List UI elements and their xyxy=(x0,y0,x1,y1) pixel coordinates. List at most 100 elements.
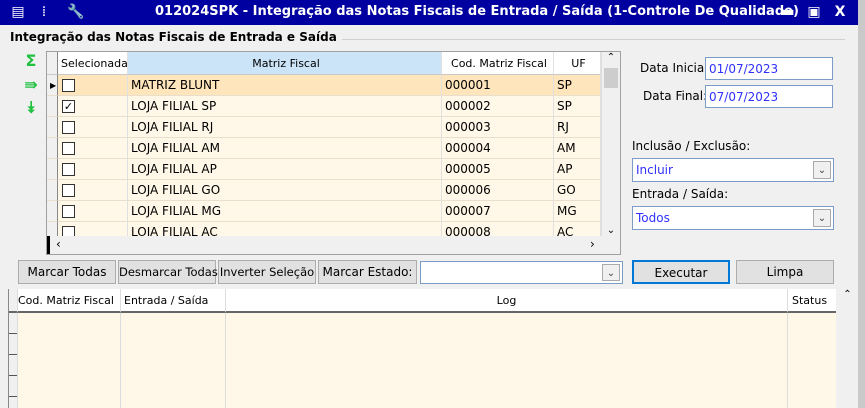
desmarcar-todas-button[interactable]: Desmarcar Todas xyxy=(118,260,218,284)
row-matriz[interactable]: LOJA FILIAL AP xyxy=(128,159,442,180)
log-header-cod[interactable]: Cod. Matriz Fiscal xyxy=(18,289,121,313)
row-uf[interactable]: GO xyxy=(554,180,601,201)
horizontal-scrollbar[interactable]: ‹ › xyxy=(47,236,620,254)
chevron-down-icon[interactable]: ⌄ xyxy=(813,209,831,227)
row-indicator xyxy=(47,117,58,138)
data-final-input[interactable] xyxy=(705,85,833,108)
log-header-entrada[interactable]: Entrada / Saída xyxy=(121,289,226,313)
header-selecionada[interactable]: Selecionada xyxy=(58,52,128,75)
row-uf[interactable]: AM xyxy=(554,138,601,159)
scroll-right-icon[interactable]: › xyxy=(590,237,595,251)
row-uf[interactable]: SP xyxy=(554,75,601,96)
row-selecionada[interactable] xyxy=(58,117,128,138)
limpa-button[interactable]: Limpa xyxy=(736,260,834,284)
row-uf[interactable]: SP xyxy=(554,96,601,117)
minimize-button[interactable]: ▬ xyxy=(778,3,798,21)
row-indicator xyxy=(47,201,58,222)
marcar-estado-button[interactable]: Marcar Estado: xyxy=(318,260,417,284)
row-matriz[interactable]: LOJA FILIAL AM xyxy=(128,138,442,159)
log-col-log xyxy=(226,313,788,408)
wrench-icon[interactable]: 🔧 xyxy=(66,3,86,21)
data-final-label: Data Final: xyxy=(643,89,708,103)
log-col-cod xyxy=(18,313,121,408)
row-matriz[interactable]: LOJA FILIAL SP xyxy=(128,96,442,117)
log-col-entrada xyxy=(121,313,226,408)
row-cod[interactable]: 000005 xyxy=(442,159,554,180)
row-uf[interactable]: MG xyxy=(554,201,601,222)
row-indicator xyxy=(47,96,58,117)
log-header-indicator xyxy=(9,289,18,313)
log-row-indicators xyxy=(9,313,18,408)
close-button[interactable]: X xyxy=(830,3,850,21)
marcar-todas-button[interactable]: Marcar Todas xyxy=(18,260,116,284)
entrada-value: Todos xyxy=(636,211,670,225)
row-indicator: ▶ xyxy=(47,75,58,96)
vertical-scrollbar[interactable]: ⌃ ⌄ xyxy=(601,52,620,236)
row-selecionada[interactable] xyxy=(58,159,128,180)
row-uf[interactable]: RJ xyxy=(554,117,601,138)
menu-icon[interactable]: ▤ xyxy=(8,3,28,21)
row-indicator xyxy=(47,138,58,159)
log-header-status[interactable]: Status xyxy=(788,289,836,313)
row-cod[interactable]: 000007 xyxy=(442,201,554,222)
group-title: Integração das Notas Fiscais de Entrada … xyxy=(10,30,337,44)
row-uf[interactable]: AP xyxy=(554,159,601,180)
header-cod-matriz[interactable]: Cod. Matriz Fiscal xyxy=(442,52,554,75)
row-selecionada[interactable]: ✓ xyxy=(58,96,128,117)
row-checkbox[interactable] xyxy=(62,79,75,92)
header-indicator xyxy=(47,52,58,75)
export-icon[interactable]: ⇛ xyxy=(20,75,42,95)
row-matriz[interactable]: LOJA FILIAL RJ xyxy=(128,117,442,138)
log-vertical-scrollbar[interactable]: ⌃ xyxy=(837,289,858,408)
row-matriz[interactable]: LOJA FILIAL GO xyxy=(128,180,442,201)
row-indicator xyxy=(47,180,58,201)
data-inicial-label: Data Inicial: xyxy=(640,61,712,75)
row-checkbox[interactable] xyxy=(62,205,75,218)
chevron-down-icon[interactable]: ⌄ xyxy=(602,264,620,281)
scroll-up-icon[interactable]: ⌃ xyxy=(843,289,851,300)
maximize-button[interactable]: ▣ xyxy=(804,3,824,21)
row-matriz[interactable]: MATRIZ BLUNT xyxy=(128,75,442,96)
scroll-down-icon[interactable]: ⌄ xyxy=(602,225,620,236)
row-selecionada[interactable] xyxy=(58,75,128,96)
marcar-estado-select[interactable]: ⌄ xyxy=(420,261,623,284)
group-divider xyxy=(342,39,845,40)
download-icon[interactable]: ⯯ xyxy=(20,98,42,118)
header-matriz-fiscal[interactable]: Matriz Fiscal xyxy=(128,52,442,75)
scroll-left-icon[interactable]: ‹ xyxy=(56,237,61,251)
entrada-select[interactable]: Todos ⌄ xyxy=(632,206,834,230)
inverter-selecao-button[interactable]: Inverter Seleção xyxy=(218,260,316,284)
scroll-up-icon[interactable]: ⌃ xyxy=(602,52,620,68)
executar-button[interactable]: Executar xyxy=(632,260,730,284)
chevron-down-icon[interactable]: ⌄ xyxy=(813,161,831,179)
row-cod[interactable]: 000006 xyxy=(442,180,554,201)
window-title: 012024SPK - Integração das Notas Fiscais… xyxy=(155,4,799,19)
inclusao-select[interactable]: Incluir ⌄ xyxy=(632,158,834,182)
window-border xyxy=(858,0,865,408)
sum-icon[interactable]: Σ xyxy=(20,51,42,71)
row-selecionada[interactable] xyxy=(58,180,128,201)
row-cod[interactable]: 000001 xyxy=(442,75,554,96)
scroll-thumb[interactable] xyxy=(604,68,618,88)
row-checkbox[interactable] xyxy=(62,142,75,155)
row-checkbox[interactable]: ✓ xyxy=(62,100,75,113)
title-bar: ▤ ⁞ 🔧 012024SPK - Integração das Notas F… xyxy=(0,0,858,25)
row-cod[interactable]: 000004 xyxy=(442,138,554,159)
data-inicial-input[interactable] xyxy=(705,57,833,80)
row-selecionada[interactable] xyxy=(58,201,128,222)
row-checkbox[interactable] xyxy=(62,184,75,197)
inclusao-label: Inclusão / Exclusão: xyxy=(632,139,751,153)
header-uf[interactable]: UF xyxy=(554,52,601,75)
traffic-light-icon[interactable]: ⁞ xyxy=(34,3,54,21)
matriz-grid[interactable]: Selecionada Matriz Fiscal Cod. Matriz Fi… xyxy=(46,51,621,255)
row-cod[interactable]: 000003 xyxy=(442,117,554,138)
row-matriz[interactable]: LOJA FILIAL MG xyxy=(128,201,442,222)
row-checkbox[interactable] xyxy=(62,163,75,176)
log-grid[interactable]: Cod. Matriz Fiscal Entrada / Saída Log S… xyxy=(8,289,836,408)
row-selecionada[interactable] xyxy=(58,138,128,159)
entrada-label: Entrada / Saída: xyxy=(632,187,729,201)
log-header-log[interactable]: Log xyxy=(226,289,788,313)
row-checkbox[interactable] xyxy=(62,121,75,134)
inclusao-value: Incluir xyxy=(636,163,673,177)
row-cod[interactable]: 000002 xyxy=(442,96,554,117)
